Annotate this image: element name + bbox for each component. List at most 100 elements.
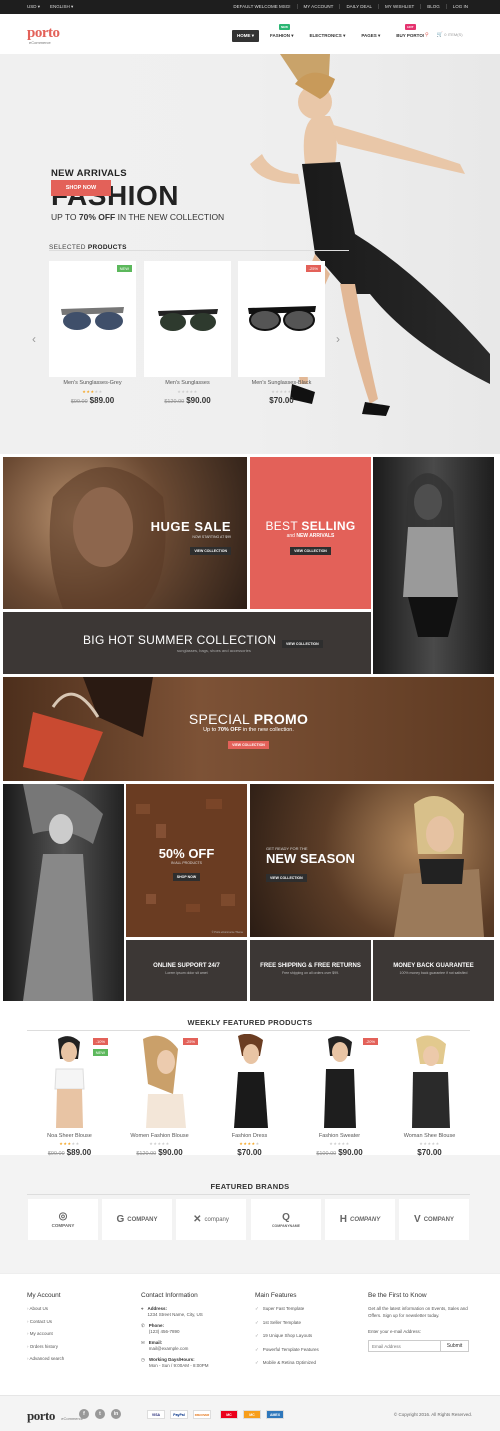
brand-icon: Q: [282, 1211, 290, 1223]
footer-link[interactable]: About Us: [27, 1306, 127, 1311]
image-credit: © Porto eCommerce Theme: [211, 931, 243, 934]
product-name[interactable]: Woman Shee Blouse: [388, 1133, 471, 1139]
nav-electronics[interactable]: ELECTRONICS ▾: [305, 30, 351, 42]
top-link-login[interactable]: LOG IN: [445, 4, 474, 9]
divider: [27, 1194, 470, 1195]
sunglasses-image: [61, 307, 124, 330]
top-bar: USD ▾ ENGLISH ▾ DEFAULT WELCOME MSG! MY …: [0, 0, 500, 14]
product-price: $70.00: [269, 396, 294, 405]
logo[interactable]: porto eCommerce: [27, 26, 60, 46]
top-link-my-account[interactable]: MY ACCOUNT: [296, 4, 340, 9]
top-link-daily-deal[interactable]: DAILY DEAL: [339, 4, 378, 9]
top-link-wishlist[interactable]: MY WISHLIST: [378, 4, 420, 9]
product-info: Noa Sheer Blouse ★★★★★ $99.00 $89.00: [28, 1133, 111, 1157]
rating-stars: ★★★★★: [149, 1141, 170, 1146]
product-info: Woman Shee Blouse ★★★★★ $70.00: [388, 1133, 471, 1157]
twitter-icon[interactable]: t: [95, 1409, 105, 1419]
banner-title: SPECIAL PROMO: [188, 711, 309, 727]
view-collection-button[interactable]: VIEW COLLECTION: [190, 547, 231, 555]
product-card[interactable]: -25%: [118, 1034, 201, 1128]
rating-stars: ★★★★★: [419, 1141, 440, 1146]
model-coat-image: [394, 796, 484, 937]
paypal-icon: PayPal: [170, 1410, 188, 1419]
fifty-off-banner[interactable]: 50% OFF IN ALL PRODUCTS SHOP NOW © Porto…: [126, 784, 247, 937]
top-link-blog[interactable]: BLOG: [420, 4, 446, 9]
product-tag: -20%: [362, 1038, 378, 1045]
email-link[interactable]: mail@example.com: [149, 1346, 189, 1351]
product-card[interactable]: [208, 1033, 291, 1128]
product-card[interactable]: -20%: [298, 1034, 381, 1128]
brand-icon: H: [339, 1214, 347, 1225]
language-select[interactable]: ENGLISH ▾: [50, 4, 73, 10]
product-card[interactable]: -10% NEW: [28, 1034, 111, 1128]
huge-sale-banner[interactable]: HUGE SALE NOW STARTING AT $99 VIEW COLLE…: [3, 457, 247, 609]
new-season-banner[interactable]: GET READY FOR THE NEW SEASON VIEW COLLEC…: [250, 784, 494, 937]
search-icon[interactable]: ⚲: [425, 32, 429, 38]
banner-title: HUGE SALE: [150, 519, 231, 534]
brand-logo[interactable]: V COMPANY: [399, 1199, 469, 1240]
nav-buy-porto[interactable]: HOT BUY PORTO!: [391, 24, 429, 42]
product-tag: -10%: [92, 1038, 108, 1045]
footer-logo[interactable]: porto eCommerce: [27, 1407, 83, 1425]
brand-logo[interactable]: G COMPANY: [102, 1199, 172, 1240]
brand-logo[interactable]: ◎ COMPANY: [28, 1199, 98, 1240]
product-name[interactable]: Men's Sunglasses-Grey: [49, 380, 136, 386]
next-arrow-icon[interactable]: ›: [336, 332, 340, 346]
maestro-icon: MC: [243, 1410, 261, 1419]
facebook-icon[interactable]: f: [79, 1409, 89, 1419]
product-info: Men's Sunglasses ★★★★★ $120.00 $90.00: [144, 380, 231, 405]
nav-home[interactable]: HOME ▾: [232, 30, 260, 42]
hot-badge: HOT: [405, 24, 416, 30]
special-promo-banner[interactable]: SPECIAL PROMO Up to 70% OFF in the new c…: [3, 677, 494, 781]
product-card[interactable]: NEW: [49, 261, 136, 377]
model-black-top-image: [324, 1036, 356, 1128]
product-name[interactable]: Men's Sunglasses: [144, 380, 231, 386]
view-collection-button[interactable]: VIEW COLLECTION: [290, 547, 331, 555]
model-dress-banner[interactable]: [3, 784, 124, 1001]
weekly-featured-title: WEEKLY FEATURED PRODUCTS: [187, 1018, 313, 1027]
cart-icon: 🛒: [436, 32, 443, 38]
feature-support: ONLINE SUPPORT 24/7 Lorem ipsum dolor sit…: [126, 940, 247, 1001]
linkedin-icon[interactable]: in: [111, 1409, 121, 1419]
product-name[interactable]: Women Fashion Blouse: [118, 1133, 201, 1139]
product-name[interactable]: Fashion Sweater: [298, 1133, 381, 1139]
footer-link[interactable]: Contact Us: [27, 1319, 127, 1324]
product-name[interactable]: Men's Sunglasses-Black: [238, 380, 325, 386]
discover-icon: DISCOVER: [193, 1410, 211, 1419]
model-bw-banner[interactable]: [373, 457, 494, 674]
banner-title: BEST SELLING: [265, 519, 356, 533]
product-price: $99.00 $89.00: [47, 1148, 92, 1157]
view-collection-button[interactable]: VIEW COLLECTION: [266, 874, 307, 882]
brand-logo[interactable]: H COMPANY: [325, 1199, 395, 1240]
best-selling-banner[interactable]: BEST SELLING and NEW ARRIVALS VIEW COLLE…: [250, 457, 371, 609]
product-price: $120.00 $90.00: [136, 1148, 183, 1157]
newsletter-email-input[interactable]: [368, 1340, 441, 1352]
product-name[interactable]: Fashion Dress: [208, 1133, 291, 1139]
view-collection-button[interactable]: VIEW COLLECTION: [282, 640, 323, 648]
product-card[interactable]: [388, 1034, 471, 1128]
summer-collection-banner[interactable]: BIG HOT SUMMER COLLECTION sunglasses, ba…: [3, 612, 371, 674]
prev-arrow-icon[interactable]: ‹: [32, 332, 36, 346]
banner-subtitle: sunglasses, bags, shoes and accessories: [177, 648, 251, 653]
footer-link[interactable]: Advanced search: [27, 1356, 127, 1361]
banner-subtitle: IN ALL PRODUCTS: [171, 861, 202, 865]
currency-select[interactable]: USD ▾: [27, 4, 40, 10]
brand-icon: ◎: [58, 1211, 68, 1222]
product-tag: -25%: [182, 1038, 198, 1045]
product-price: $70.00: [417, 1148, 442, 1157]
footer-link[interactable]: My account: [27, 1331, 127, 1336]
brand-logo[interactable]: ✕ company: [176, 1199, 246, 1240]
shop-now-button[interactable]: SHOP NOW: [51, 180, 111, 196]
brand-icon: G: [116, 1214, 125, 1225]
product-name[interactable]: Noa Sheer Blouse: [28, 1133, 111, 1139]
product-card[interactable]: -25%: [238, 261, 325, 377]
footer-link[interactable]: Orders history: [27, 1344, 127, 1349]
newsletter-submit-button[interactable]: Submit: [441, 1340, 469, 1352]
view-collection-button[interactable]: VIEW COLLECTION: [228, 741, 269, 749]
product-card[interactable]: [144, 261, 231, 377]
brand-logo[interactable]: Q COMPANYNAME: [251, 1199, 321, 1240]
nav-fashion[interactable]: NEW FASHION ▾: [265, 24, 299, 42]
shop-now-button[interactable]: SHOP NOW: [172, 873, 201, 881]
nav-pages[interactable]: PAGES ▾: [356, 30, 385, 42]
cart-button[interactable]: 🛒 0 ITEM(S): [437, 32, 463, 38]
